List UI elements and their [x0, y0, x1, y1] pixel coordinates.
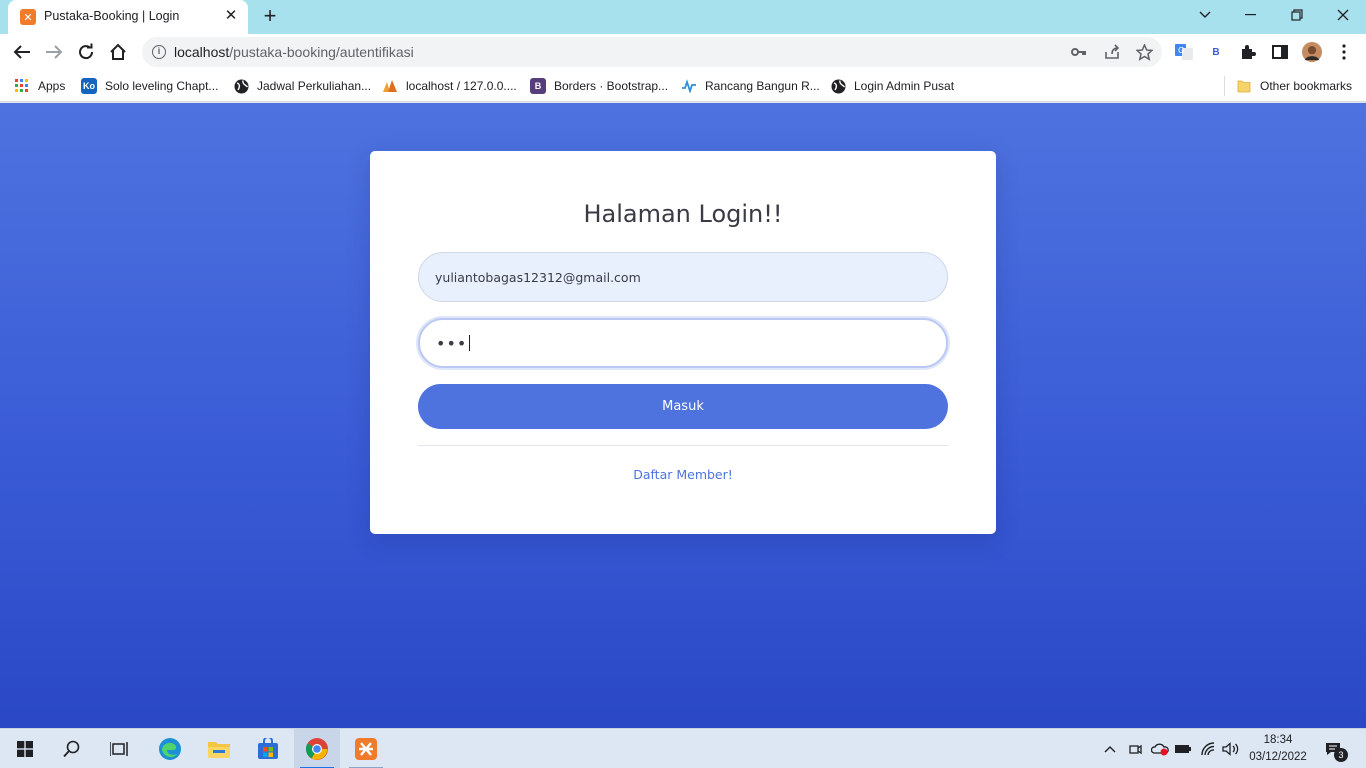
show-hidden-icons-chevron-icon[interactable]: [1100, 739, 1120, 759]
browser-tab[interactable]: ✕ Pustaka-Booking | Login ✕: [8, 0, 248, 34]
reload-button[interactable]: [72, 38, 100, 66]
text-caret: [469, 335, 471, 351]
bookmark-solo-leveling[interactable]: Ko Solo leveling Chapt...: [81, 76, 218, 96]
address-bar[interactable]: i localhost/pustaka-booking/autentifikas…: [142, 37, 1162, 67]
forward-button[interactable]: [40, 38, 68, 66]
volume-icon[interactable]: [1221, 739, 1241, 759]
meet-now-icon[interactable]: [1125, 739, 1145, 759]
google-translate-icon[interactable]: G: [1174, 42, 1194, 62]
close-window-button[interactable]: [1320, 0, 1366, 30]
clock-time: 18:34: [1263, 734, 1293, 746]
tab-title: Pustaka-Booking | Login: [44, 9, 180, 23]
browser-menu-icon[interactable]: [1334, 42, 1354, 62]
tab-close-icon[interactable]: ✕: [222, 7, 240, 25]
email-field[interactable]: yuliantobagas12312@gmail.com: [418, 252, 948, 302]
taskbar-clock[interactable]: 18:34 03/12/2022: [1246, 732, 1310, 766]
xampp-icon: ✕: [20, 9, 36, 25]
onedrive-error-icon[interactable]: [1150, 739, 1170, 759]
folder-icon: [1236, 78, 1252, 94]
globe-icon: [233, 78, 249, 94]
key-icon[interactable]: [1070, 43, 1088, 61]
site-info-icon[interactable]: i: [152, 45, 166, 59]
side-panel-icon[interactable]: [1270, 42, 1290, 62]
address-bar-url[interactable]: localhost/pustaka-booking/autentifikasi: [174, 44, 414, 60]
extensions-puzzle-icon[interactable]: [1238, 42, 1258, 62]
bookmark-jadwal-perkuliahan[interactable]: Jadwal Perkuliahan...: [233, 76, 371, 96]
windows-start-icon[interactable]: [2, 729, 48, 768]
other-bookmarks-folder[interactable]: Other bookmarks: [1236, 76, 1352, 96]
back-button[interactable]: [8, 38, 36, 66]
chrome-icon[interactable]: [294, 729, 340, 768]
apps-grid-icon: [14, 78, 30, 94]
extension-b-icon[interactable]: B: [1206, 42, 1226, 62]
browser-toolbar: i localhost/pustaka-booking/autentifikas…: [0, 34, 1366, 70]
bookmark-apps[interactable]: Apps: [14, 76, 65, 96]
login-button[interactable]: Masuk: [418, 384, 948, 429]
edge-icon[interactable]: [147, 729, 193, 768]
browser-tab-strip: ✕ Pustaka-Booking | Login ✕ +: [0, 0, 1366, 34]
password-field[interactable]: •••: [418, 318, 948, 368]
wifi-icon[interactable]: [1198, 739, 1218, 759]
windows-taskbar: 18:34 03/12/2022 3: [0, 728, 1366, 768]
phpmyadmin-icon: [382, 78, 398, 94]
globe-icon: [830, 78, 846, 94]
bookmark-bootstrap-borders[interactable]: B Borders · Bootstrap...: [530, 76, 668, 96]
bookmark-localhost-phpmyadmin[interactable]: localhost / 127.0.0....: [382, 76, 517, 96]
restore-button[interactable]: [1274, 0, 1320, 30]
komik-icon: Ko: [81, 78, 97, 94]
divider: [418, 445, 948, 446]
bookmark-rancang-bangun[interactable]: Rancang Bangun R...: [681, 76, 820, 96]
bookmarks-bar: Apps Ko Solo leveling Chapt... Jadwal Pe…: [0, 70, 1366, 102]
battery-icon[interactable]: [1173, 739, 1193, 759]
share-icon[interactable]: [1103, 43, 1121, 61]
search-icon[interactable]: [49, 729, 95, 768]
minimize-button[interactable]: [1228, 0, 1274, 30]
new-tab-button[interactable]: +: [258, 5, 282, 29]
password-field-value: •••: [436, 333, 468, 353]
clock-date: 03/12/2022: [1249, 751, 1307, 763]
wave-icon: [681, 78, 697, 94]
page-background: Halaman Login!! yuliantobagas12312@gmail…: [0, 103, 1366, 728]
file-explorer-icon[interactable]: [196, 729, 242, 768]
microsoft-store-icon[interactable]: [245, 729, 291, 768]
profile-avatar[interactable]: [1302, 42, 1322, 62]
bookmark-login-admin-pusat[interactable]: Login Admin Pusat: [830, 76, 954, 96]
bootstrap-icon: B: [530, 78, 546, 94]
xampp-taskbar-icon[interactable]: [343, 729, 389, 768]
home-button[interactable]: [104, 38, 132, 66]
bookmarks-separator: [1224, 76, 1225, 96]
email-field-value: yuliantobagas12312@gmail.com: [435, 269, 641, 285]
notification-count-badge: 3: [1334, 748, 1348, 762]
task-view-icon[interactable]: [96, 729, 142, 768]
tab-search-chevron-icon[interactable]: [1182, 0, 1228, 30]
login-card: Halaman Login!! yuliantobagas12312@gmail…: [370, 151, 996, 534]
register-member-link[interactable]: Daftar Member!: [370, 467, 996, 482]
svg-text:G: G: [1178, 46, 1184, 55]
bookmark-star-icon[interactable]: [1135, 43, 1153, 61]
login-title: Halaman Login!!: [583, 200, 783, 228]
